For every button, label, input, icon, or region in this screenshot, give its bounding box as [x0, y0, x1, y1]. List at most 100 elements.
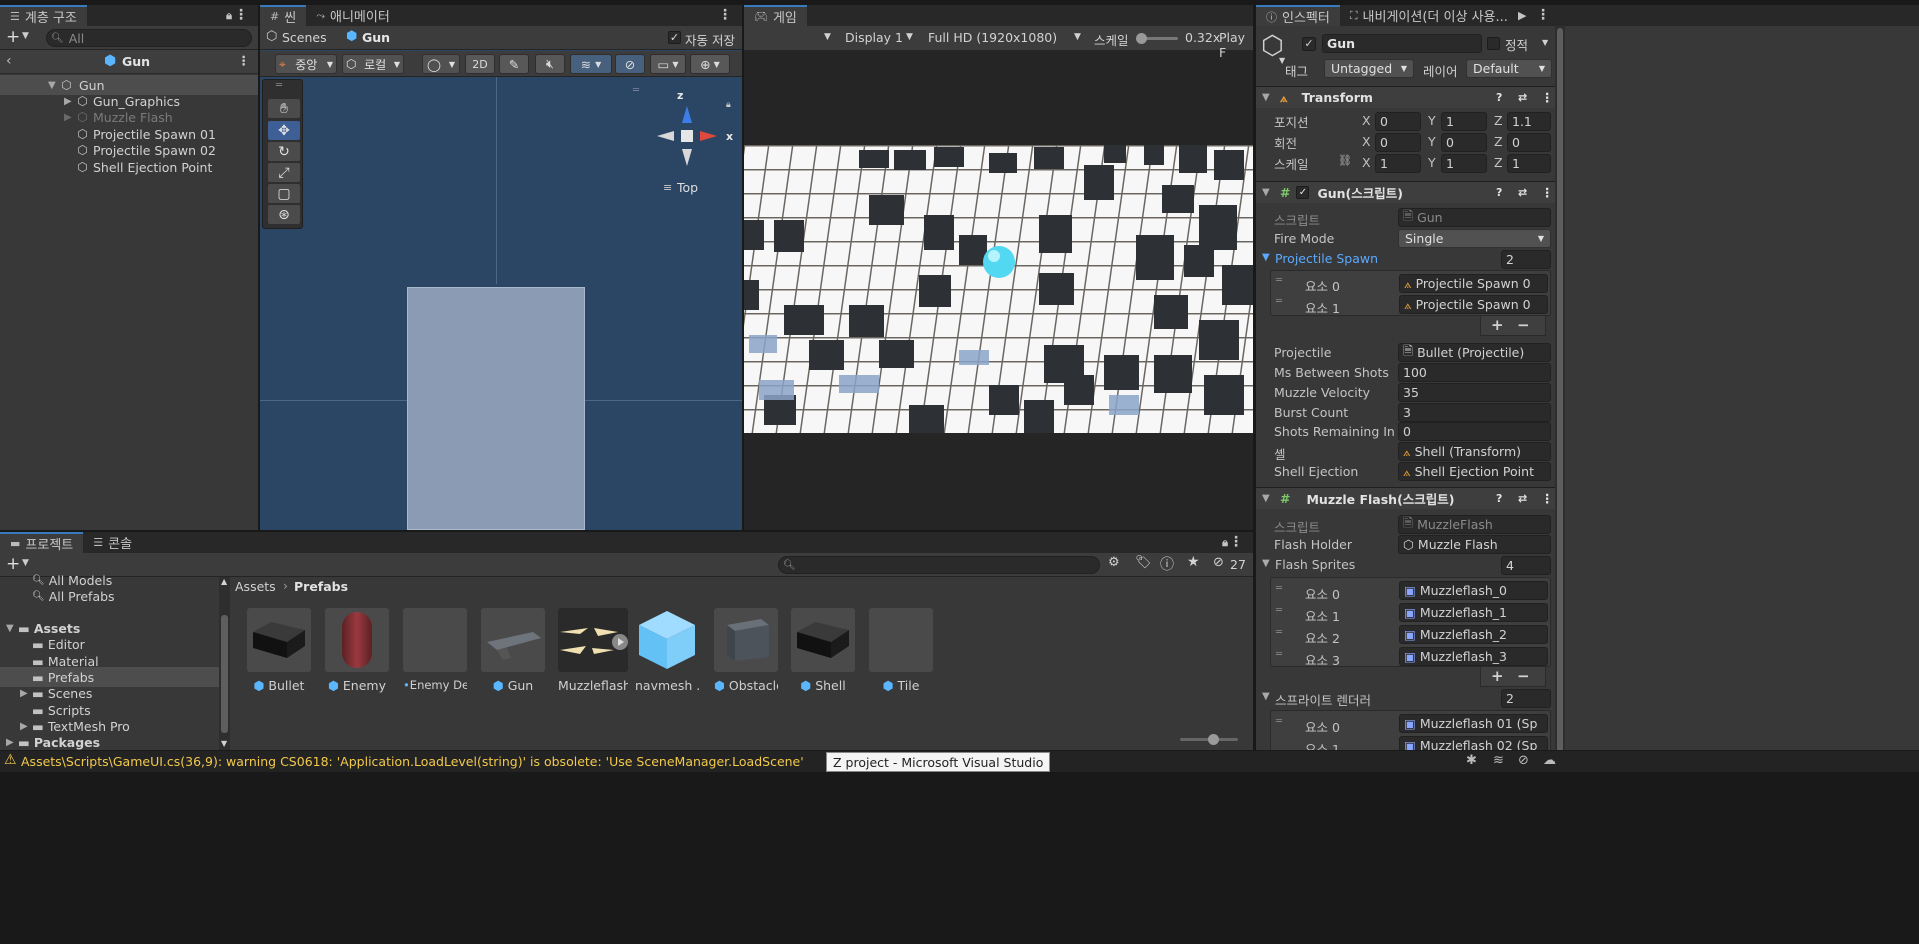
scale-tool-button[interactable]: ⤢	[268, 163, 300, 182]
scale-slider-thumb[interactable]	[1136, 33, 1147, 44]
project-tree-scrollbar-thumb[interactable]	[221, 615, 228, 733]
more-menu-icon[interactable]: ⋮	[1541, 90, 1554, 105]
overlay-menu-handle[interactable]: ═	[633, 85, 639, 96]
asset-tile[interactable]: •Enemy De...	[403, 608, 467, 692]
position-x-field[interactable]: 0	[1375, 112, 1421, 131]
add-element-button[interactable]: +	[1491, 316, 1504, 334]
asset-tile[interactable]: ⬢ Bullet	[247, 608, 311, 693]
network-icon[interactable]: ⊘	[1518, 753, 1529, 768]
2d-toggle-button[interactable]: 2D	[465, 54, 495, 74]
back-arrow-icon[interactable]: ‹	[6, 53, 12, 69]
more-menu-icon[interactable]: ⋮	[1541, 185, 1554, 200]
more-menu-icon[interactable]: ⋮	[718, 7, 732, 23]
console-warning-message[interactable]: Assets\Scripts\GameUI.cs(36,9): warning …	[21, 754, 804, 769]
sprite-renderers-count[interactable]: 2	[1501, 689, 1551, 708]
asset-tile[interactable]: ⬢ Tile	[869, 608, 933, 693]
drag-handle-icon[interactable]: ═	[1276, 583, 1282, 594]
sprite-element-field[interactable]: ▣ Muzzleflash_1	[1399, 603, 1548, 622]
drag-handle-icon[interactable]: ═	[1276, 716, 1282, 727]
expand-arrow-icon[interactable]: ▼	[6, 623, 18, 634]
pivot-dropdown[interactable]: ⌖ 중앙 ▼	[275, 54, 337, 74]
expand-arrow-icon[interactable]: ▶	[64, 112, 76, 123]
search-by-label-icon[interactable]: 🏷︎	[1135, 555, 1152, 570]
position-z-field[interactable]: 1.1	[1507, 112, 1551, 131]
gizmos-button[interactable]: ⊕ ▼	[690, 54, 730, 74]
flash-sprites-list-header[interactable]: ▼ Flash Sprites 4	[1256, 556, 1555, 576]
asset-tile[interactable]: ⬢ Enemy	[325, 608, 389, 693]
hierarchy-item[interactable]: ⬡ Shell Ejection Point	[0, 157, 258, 177]
element-1-field[interactable]: ⟑ Projectile Spawn 0	[1399, 295, 1548, 314]
shots-remaining-field[interactable]: 0	[1398, 422, 1551, 441]
hierarchy-search-input[interactable]: 🔍︎ All	[46, 29, 252, 47]
projectile-spawn-list-header[interactable]: ▼ Projectile Spawn 2	[1256, 250, 1555, 270]
position-y-field[interactable]: 1	[1441, 112, 1487, 131]
ms-between-shots-field[interactable]: 100	[1398, 363, 1551, 382]
projectile-field[interactable]: 🗎 Bullet (Projectile)	[1398, 343, 1551, 362]
inspector-scrollbar-thumb[interactable]	[1557, 28, 1563, 750]
tab-animator[interactable]: ⤳ 애니메이터	[306, 5, 400, 26]
scale-x-field[interactable]: 1	[1375, 154, 1421, 173]
expand-arrow-icon[interactable]: ▶	[20, 721, 32, 732]
more-menu-icon[interactable]: ⋮	[1229, 534, 1243, 550]
stack-icon[interactable]: ≋	[1493, 753, 1504, 768]
expand-arrow-icon[interactable]: ▼	[1262, 187, 1274, 198]
asset-tile[interactable]: ⬢ Shell	[791, 608, 855, 693]
tab-console[interactable]: ☰ 콘솔	[83, 532, 142, 553]
view-label[interactable]: Top	[677, 180, 698, 195]
scene-viewport[interactable]: ═ ✋︎ ✥ ↻ ⤢ ▢ ⊛ z x 🔒︎ ≡ Top ═	[260, 77, 742, 530]
remove-element-button[interactable]: −	[1517, 316, 1530, 334]
preset-icon[interactable]: ⇄	[1518, 492, 1527, 505]
preset-icon[interactable]: ⇄	[1518, 91, 1527, 104]
sprite-element-field[interactable]: ▣ Muzzleflash_0	[1399, 581, 1548, 600]
expand-arrow-icon[interactable]: ▶	[64, 96, 76, 107]
expand-arrow-icon[interactable]: ▼	[1262, 558, 1270, 569]
shell-ejection-field[interactable]: ⟑ Shell Ejection Point	[1398, 462, 1551, 481]
audio-toggle-button[interactable]: 🔇︎	[535, 54, 565, 74]
lighting-toggle-button[interactable]: ✎	[499, 54, 529, 74]
drag-handle-icon[interactable]: ═	[1276, 649, 1282, 660]
chevron-down-icon[interactable]: ▼	[1074, 32, 1081, 42]
sprite-renderers-list-header[interactable]: ▼ 스프라이트 렌더러 2	[1256, 689, 1555, 709]
add-element-button[interactable]: +	[1491, 667, 1504, 685]
constrain-proportions-icon[interactable]: ⛓︎	[1338, 154, 1352, 167]
drag-handle-icon[interactable]: ═	[1276, 627, 1282, 638]
space-dropdown[interactable]: ⬡ 로컬 ▼	[342, 54, 404, 74]
burst-count-field[interactable]: 3	[1398, 403, 1551, 422]
breadcrumb-gun[interactable]: Gun	[362, 30, 390, 45]
chevron-down-icon[interactable]: ▼	[22, 558, 29, 568]
scale-y-field[interactable]: 1	[1441, 154, 1487, 173]
move-tool-button[interactable]: ✥	[268, 121, 300, 140]
expand-arrow-icon[interactable]: ▼	[1262, 92, 1274, 103]
projectile-spawn-count[interactable]: 2	[1501, 250, 1551, 269]
sprite-element-field[interactable]: ▣ Muzzleflash_2	[1399, 625, 1548, 644]
shading-mode-dropdown[interactable]: ◯ ▼	[422, 54, 460, 74]
project-search-input[interactable]: 🔍︎	[778, 556, 1100, 574]
chevron-down-icon[interactable]: ▼	[22, 31, 29, 41]
resolution-dropdown[interactable]: Full HD (1920x1080)	[928, 30, 1057, 45]
hidden-packages-icon[interactable]: ⊘	[1213, 555, 1224, 570]
more-menu-icon[interactable]: ⋮	[238, 53, 251, 68]
rect-tool-button[interactable]: ▢	[268, 184, 300, 203]
orientation-gizmo[interactable]: z x 🔒︎ ≡ Top	[648, 83, 738, 195]
project-tree-scrollbar[interactable]: ▲ ▼	[219, 577, 230, 750]
more-menu-icon[interactable]: ⋮	[1541, 491, 1554, 506]
tab-game[interactable]: 🎮︎ 게임	[744, 5, 807, 26]
hand-tool-button[interactable]: ✋︎	[268, 99, 300, 118]
rotate-tool-button[interactable]: ↻	[268, 142, 300, 161]
scroll-down-icon[interactable]: ▼	[221, 739, 227, 748]
expand-arrow-icon[interactable]: ▼	[48, 80, 60, 91]
muzzle-flash-header[interactable]: ▼ # Muzzle Flash(스크립트) ? ⇄ ⋮	[1256, 487, 1555, 509]
asset-tile[interactable]: ⬢ Gun	[481, 608, 545, 693]
transform-tool-button[interactable]: ⊛	[268, 205, 300, 224]
inspector-scrollbar[interactable]	[1555, 26, 1565, 750]
element-0-field[interactable]: ⟑ Projectile Spawn 0	[1399, 274, 1548, 293]
breadcrumb-prefabs[interactable]: Prefabs	[294, 579, 348, 594]
display-dropdown[interactable]: Display 1	[845, 30, 903, 45]
drag-handle-icon[interactable]: ═	[1276, 605, 1282, 616]
scene-visibility-button[interactable]: ⊘	[615, 54, 645, 74]
bug-icon[interactable]: ✱	[1466, 753, 1477, 768]
drag-handle-icon[interactable]: ═	[1276, 296, 1282, 307]
tree-item-all-prefabs[interactable]: 🔍︎ All Prefabs	[0, 586, 220, 606]
tree-item-packages[interactable]: ▶ ▬ Packages	[0, 732, 220, 750]
drag-handle-icon[interactable]: ═	[276, 80, 282, 91]
